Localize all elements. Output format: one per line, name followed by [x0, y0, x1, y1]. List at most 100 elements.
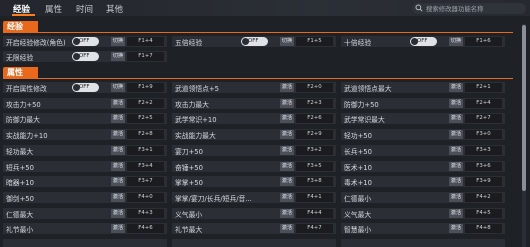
- cheat-name: 无限经验: [6, 54, 34, 62]
- tab-other[interactable]: 其他: [106, 3, 123, 15]
- hotkey-label[interactable]: F4+1: [296, 192, 333, 202]
- hotkey-label[interactable]: F4+8: [465, 224, 502, 234]
- activate-button[interactable]: 激活: [111, 145, 125, 155]
- cheat-name: 御剑+50: [6, 194, 34, 203]
- search-box[interactable]: [412, 3, 526, 14]
- toggle-switch[interactable]: OFF: [72, 83, 99, 92]
- hotkey-label[interactable]: F3+5: [296, 161, 333, 171]
- cheat-name: 武学常识最大: [344, 116, 385, 125]
- hotkey-label[interactable]: F4+4: [296, 208, 333, 218]
- cheat-row: 防御力最大 激活 F2+5: [3, 113, 167, 125]
- activate-button[interactable]: 激活: [280, 145, 294, 155]
- activate-button[interactable]: 激活: [449, 177, 463, 187]
- cheat-row: 智慧最小 激活 F4+8: [341, 223, 505, 235]
- activate-button[interactable]: 激活: [449, 83, 463, 92]
- cheat-name: 十倍经验: [344, 39, 372, 47]
- activate-button[interactable]: 激活: [111, 114, 125, 124]
- hotkey-label[interactable]: F2+5: [127, 114, 164, 124]
- switch-button[interactable]: 切换: [111, 83, 125, 92]
- hotkey-label[interactable]: F3+2: [296, 145, 333, 155]
- hotkey-label[interactable]: F3+6: [465, 161, 502, 171]
- activate-button[interactable]: 激活: [111, 224, 125, 234]
- scrollbar-thumb[interactable]: [522, 25, 526, 191]
- hotkey-label[interactable]: F3+8: [296, 177, 333, 187]
- cheat-row: 攻击力+50 激活 F2+2: [3, 97, 167, 109]
- hotkey-label[interactable]: F1+6: [465, 37, 502, 46]
- activate-button[interactable]: 激活: [280, 208, 294, 218]
- activate-button[interactable]: 激活: [280, 130, 294, 140]
- active-tab-indicator: [12, 14, 35, 16]
- cheat-name: 开启属性修改: [6, 85, 47, 93]
- hotkey-label[interactable]: F3+1: [127, 145, 164, 155]
- hotkey-label[interactable]: F2+4: [465, 98, 502, 108]
- toggle-switch[interactable]: OFF: [72, 52, 99, 61]
- hotkey-label[interactable]: F2+9: [296, 130, 333, 140]
- switch-button[interactable]: 切换: [280, 37, 294, 46]
- activate-button[interactable]: 激活: [449, 114, 463, 124]
- activate-button[interactable]: 激活: [280, 177, 294, 187]
- cheat-name: 开启经验修改(角色): [6, 39, 66, 47]
- hotkey-label[interactable]: F1+5: [296, 37, 333, 46]
- cheat-row: 礼节最大 激活 F4+7: [172, 223, 336, 235]
- switch-button[interactable]: 切换: [449, 37, 463, 46]
- hotkey-label[interactable]: F4+0: [127, 192, 164, 202]
- cheat-row: 仁德最小 激活 F4+2: [341, 191, 505, 203]
- tab-time[interactable]: 时间: [76, 3, 93, 15]
- activate-button[interactable]: 激活: [280, 161, 294, 171]
- cheat-name: 攻击力最大: [175, 100, 209, 109]
- hotkey-label[interactable]: F4+6: [127, 224, 164, 234]
- activate-button[interactable]: 激活: [111, 161, 125, 171]
- tab-attributes[interactable]: 属性: [45, 3, 62, 15]
- hotkey-label[interactable]: F3+4: [127, 161, 164, 171]
- cheat-name: 长兵+50: [344, 147, 372, 156]
- hotkey-label[interactable]: F2+6: [296, 114, 333, 124]
- hotkey-label[interactable]: F3+3: [465, 145, 502, 155]
- hotkey-label[interactable]: F2+1: [465, 83, 502, 92]
- activate-button[interactable]: 激活: [449, 224, 463, 234]
- activate-button[interactable]: 激活: [449, 192, 463, 202]
- hotkey-label[interactable]: F2+0: [296, 83, 333, 92]
- hotkey-label[interactable]: F1+7: [127, 52, 164, 61]
- hotkey-label[interactable]: F4+5: [465, 208, 502, 218]
- hotkey-label[interactable]: F1+9: [127, 83, 164, 92]
- hotkey-label[interactable]: F4+3: [127, 208, 164, 218]
- activate-button[interactable]: 激活: [449, 98, 463, 108]
- activate-button[interactable]: 激活: [280, 98, 294, 108]
- switch-button[interactable]: 切换: [111, 37, 125, 46]
- toggle-switch[interactable]: OFF: [410, 37, 437, 46]
- hotkey-label[interactable]: F2+8: [127, 130, 164, 140]
- hotkey-label[interactable]: F3+7: [127, 177, 164, 187]
- hotkey-label[interactable]: F3+0: [465, 130, 502, 140]
- activate-button[interactable]: 激活: [111, 130, 125, 140]
- activate-button[interactable]: 激活: [280, 83, 294, 92]
- switch-button[interactable]: 切换: [111, 52, 125, 61]
- toggle-switch[interactable]: OFF: [241, 37, 268, 46]
- activate-button[interactable]: 激活: [449, 130, 463, 140]
- hotkey-label[interactable]: F2+7: [465, 114, 502, 124]
- hotkey-label[interactable]: F2+3: [296, 98, 333, 108]
- cheat-name: 义气最小: [175, 210, 203, 219]
- hotkey-label[interactable]: F1+4: [127, 37, 164, 46]
- cheat-row: 义气最大 激活 F4+5: [341, 207, 505, 219]
- activate-button[interactable]: 激活: [449, 161, 463, 171]
- hotkey-label[interactable]: F2+2: [127, 98, 164, 108]
- cheat-row: 十倍经验 OFF 切换 F1+6: [341, 36, 505, 47]
- cheat-row: 五倍经验 OFF 切换 F1+5: [172, 36, 336, 47]
- toggle-switch[interactable]: OFF: [72, 37, 99, 46]
- cheat-name: 攻击力+50: [6, 100, 41, 109]
- activate-button[interactable]: 激活: [111, 208, 125, 218]
- activate-button[interactable]: 激活: [449, 208, 463, 218]
- activate-button[interactable]: 激活: [449, 145, 463, 155]
- search-input[interactable]: [426, 3, 522, 14]
- cheat-name: 义气最大: [344, 210, 372, 219]
- hotkey-label[interactable]: F4+7: [296, 224, 333, 234]
- activate-button[interactable]: 激活: [280, 114, 294, 124]
- hotkey-label[interactable]: F3+9: [465, 177, 502, 187]
- cheat-row: 宴刀+50 激活 F3+2: [172, 144, 336, 156]
- activate-button[interactable]: 激活: [280, 192, 294, 202]
- activate-button[interactable]: 激活: [111, 177, 125, 187]
- activate-button[interactable]: 激活: [111, 98, 125, 108]
- activate-button[interactable]: 激活: [280, 224, 294, 234]
- activate-button[interactable]: 激活: [111, 192, 125, 202]
- hotkey-label[interactable]: F4+2: [465, 192, 502, 202]
